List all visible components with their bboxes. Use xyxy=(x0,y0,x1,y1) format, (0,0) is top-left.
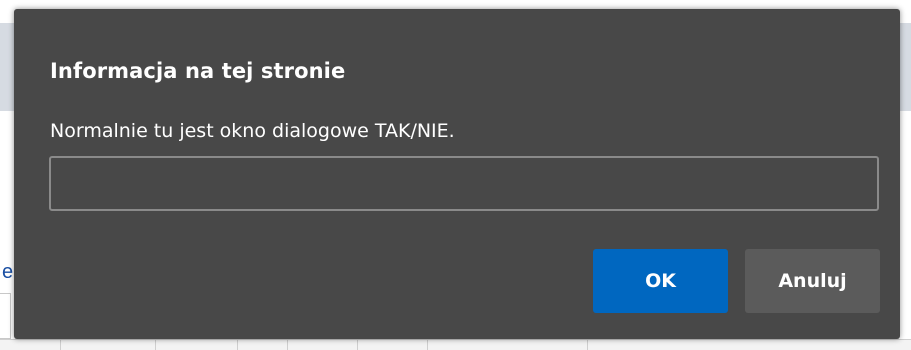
background-page-right-edge xyxy=(900,9,911,349)
cancel-button[interactable]: Anuluj xyxy=(745,249,880,313)
dialog-message: Normalnie tu jest okno dialogowe TAK/NIE… xyxy=(50,120,455,142)
dialog-title: Informacja na tej stronie xyxy=(50,59,346,83)
background-input-fragment xyxy=(0,293,11,339)
background-page-top xyxy=(0,0,911,9)
background-header-band xyxy=(0,23,14,111)
background-page-left-edge: e xyxy=(0,9,14,349)
background-header-band-right xyxy=(900,23,911,111)
confirm-dialog: Informacja na tej stronie Normalnie tu j… xyxy=(14,9,900,339)
background-link-fragment: e xyxy=(2,261,14,283)
dialog-text-input[interactable] xyxy=(49,156,879,211)
background-table-row xyxy=(0,339,911,350)
ok-button[interactable]: OK xyxy=(593,249,728,313)
